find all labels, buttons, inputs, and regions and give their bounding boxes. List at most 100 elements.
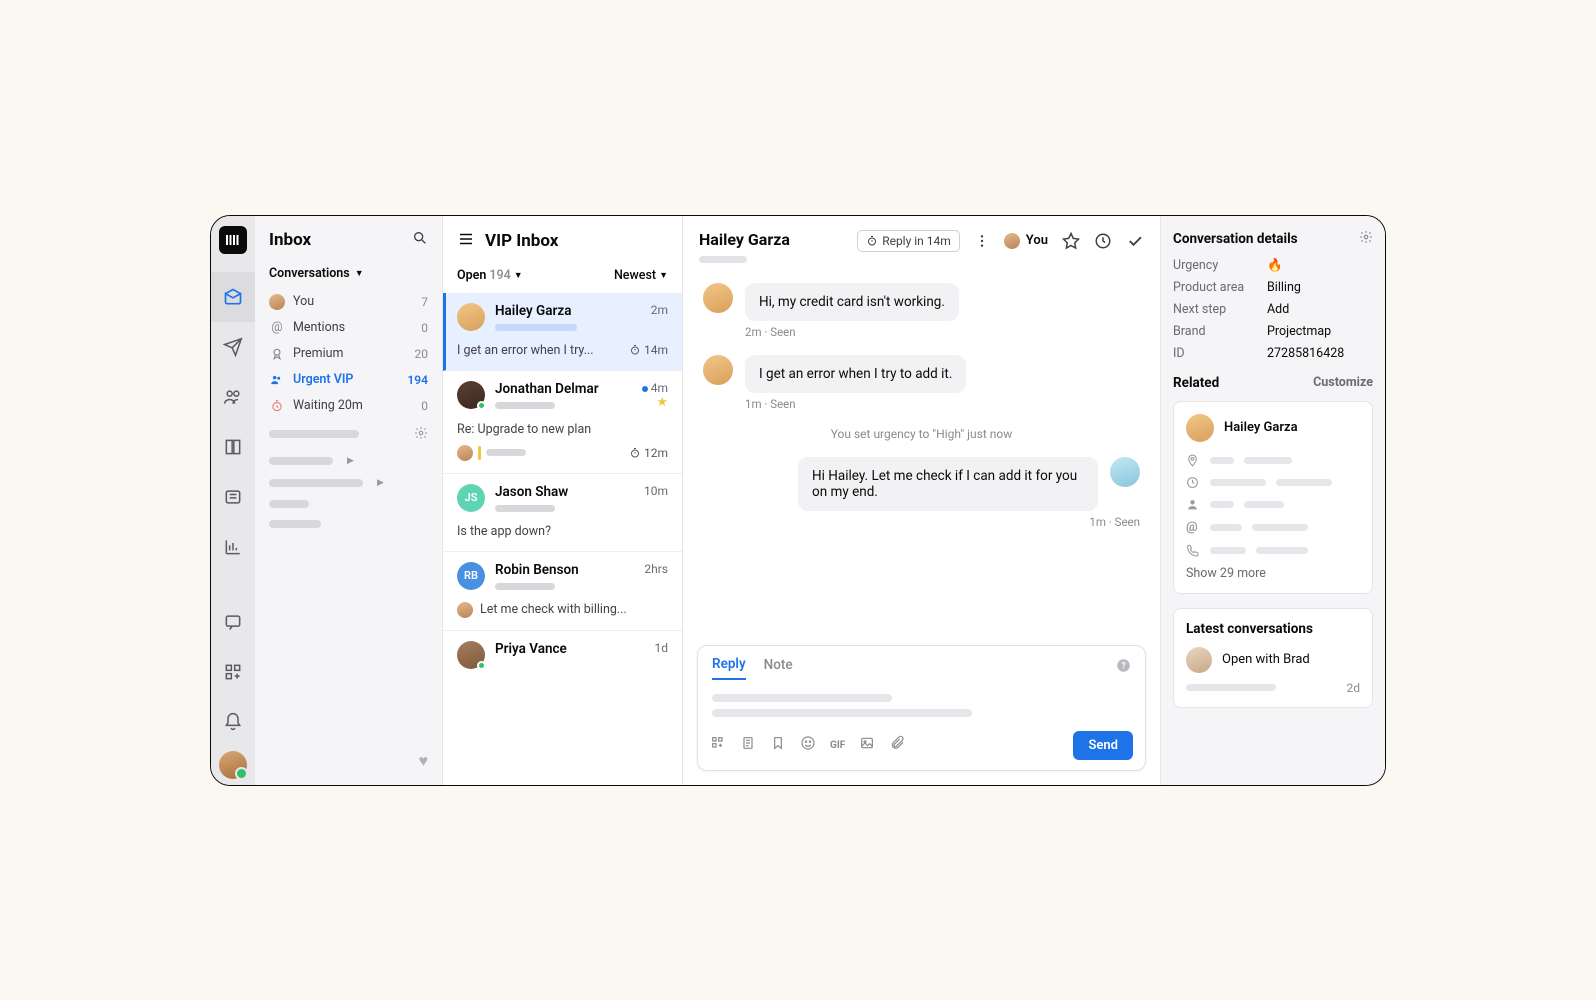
chevron-right-icon: ▶ xyxy=(347,456,354,466)
chevron-down-icon: ▼ xyxy=(659,270,668,281)
nav-reports[interactable] xyxy=(211,522,255,572)
help-button[interactable]: ? xyxy=(1116,658,1131,677)
favorite-icon[interactable]: ♥ xyxy=(255,751,442,775)
nav-notifications[interactable] xyxy=(211,697,255,747)
at-icon: @ xyxy=(269,320,285,336)
sidebar-placeholder[interactable]: ▶ xyxy=(255,472,442,494)
snooze-button[interactable] xyxy=(1094,232,1112,250)
assignee-selector[interactable]: You xyxy=(1004,233,1048,249)
message-meta: 1m · Seen xyxy=(703,515,1140,529)
contact-name: Jason Shaw xyxy=(495,484,634,500)
timestamp: 10m xyxy=(644,484,668,498)
clock-icon xyxy=(1094,232,1112,250)
insert-macro-button[interactable] xyxy=(710,735,726,755)
avatar xyxy=(1186,647,1212,673)
nav-send[interactable] xyxy=(211,322,255,372)
svg-text:?: ? xyxy=(1121,662,1126,672)
conversations-dropdown[interactable]: Conversations ▼ xyxy=(255,260,442,289)
more-button[interactable] xyxy=(974,233,990,249)
subject-placeholder xyxy=(495,505,555,512)
nav-inbox[interactable] xyxy=(211,272,255,322)
contact-field xyxy=(1186,454,1360,467)
gear-icon[interactable] xyxy=(414,425,428,444)
show-more-link[interactable]: Show 29 more xyxy=(1186,566,1360,581)
latest-item[interactable]: Open with Brad xyxy=(1186,647,1360,673)
sidebar-item-urgent-vip[interactable]: Urgent VIP 194 xyxy=(255,367,442,393)
conversation-item[interactable]: RB Robin Benson 2hrs Let me check with b… xyxy=(443,552,682,631)
conversation-item[interactable]: Jonathan Delmar 4m★ Re: Upgrade to new p… xyxy=(443,371,682,474)
detail-row[interactable]: Product areaBilling xyxy=(1173,280,1373,295)
latest-conversations-card: Latest conversations Open with Brad 2d xyxy=(1173,608,1373,708)
status-label: Open xyxy=(457,268,486,283)
placeholder xyxy=(486,449,526,456)
count-badge: 194 xyxy=(407,373,428,387)
insert-article-button[interactable] xyxy=(740,735,756,755)
related-contact-name[interactable]: Hailey Garza xyxy=(1224,420,1298,435)
message-row: Hi, my credit card isn't working. xyxy=(703,283,1140,321)
message-meta: 1m · Seen xyxy=(745,397,1140,411)
chart-icon xyxy=(223,537,243,557)
nav-apps[interactable] xyxy=(211,647,255,697)
note-tab[interactable]: Note xyxy=(764,657,793,679)
gif-button[interactable]: GIF xyxy=(830,740,845,751)
sort-dropdown[interactable]: Newest ▼ xyxy=(614,268,668,283)
phone-icon xyxy=(1186,544,1200,557)
nav-messages[interactable] xyxy=(211,597,255,647)
chevron-down-icon: ▼ xyxy=(514,270,523,281)
avatar xyxy=(457,641,485,669)
conversation-item[interactable]: Hailey Garza 2m I get an error when I tr… xyxy=(443,293,682,371)
sidebar-item-premium[interactable]: Premium 20 xyxy=(255,341,442,367)
contact-field: @ xyxy=(1186,520,1360,535)
stopwatch-icon xyxy=(629,344,641,356)
bookmark-button[interactable] xyxy=(770,735,786,755)
sidebar-placeholder[interactable]: ▶ xyxy=(255,450,442,472)
reply-tab[interactable]: Reply xyxy=(712,656,746,680)
detail-value: Add xyxy=(1267,302,1289,317)
conversation-thread: Hailey Garza Reply in 14m You Hi, my cre… xyxy=(683,216,1161,785)
nav-contacts[interactable] xyxy=(211,372,255,422)
emoji-button[interactable] xyxy=(800,735,816,755)
attachment-button[interactable] xyxy=(889,735,905,755)
sidebar-item-mentions[interactable]: @ Mentions 0 xyxy=(255,315,442,341)
avatar xyxy=(703,355,733,385)
nav-articles[interactable] xyxy=(211,422,255,472)
composer-input[interactable] xyxy=(698,680,1145,723)
send-button[interactable]: Send xyxy=(1073,731,1133,760)
conversation-item[interactable]: Priya Vance 1d xyxy=(443,631,682,681)
detail-row[interactable]: Next stepAdd xyxy=(1173,302,1373,317)
avatar xyxy=(1110,457,1140,487)
detail-row[interactable]: ID27285816428 xyxy=(1173,346,1373,361)
sidebar-item-label: Mentions xyxy=(293,320,345,335)
grid-plus-icon xyxy=(223,662,243,682)
nav-news[interactable] xyxy=(211,472,255,522)
app-logo[interactable] xyxy=(219,226,247,254)
my-avatar[interactable] xyxy=(219,751,247,779)
star-button[interactable] xyxy=(1062,232,1080,250)
detail-key: Brand xyxy=(1173,324,1257,339)
status-count: 194 xyxy=(489,268,510,283)
sidebar-item-label: Waiting 20m xyxy=(293,398,363,413)
stopwatch-icon xyxy=(866,235,878,247)
detail-key: ID xyxy=(1173,346,1257,361)
detail-row[interactable]: BrandProjectmap xyxy=(1173,324,1373,339)
sla-pill[interactable]: Reply in 14m xyxy=(857,230,960,252)
conversation-item[interactable]: JS Jason Shaw 10m Is the app down? xyxy=(443,474,682,552)
search-icon xyxy=(412,230,428,246)
sidebar-item-waiting[interactable]: Waiting 20m 0 xyxy=(255,393,442,419)
contact-field xyxy=(1186,498,1360,511)
close-conversation-button[interactable] xyxy=(1126,232,1144,250)
menu-button[interactable] xyxy=(457,230,475,252)
settings-button[interactable] xyxy=(1359,230,1373,248)
image-button[interactable] xyxy=(859,735,875,755)
star-icon xyxy=(1062,232,1080,250)
status-filter[interactable]: Open 194 ▼ xyxy=(457,268,523,283)
customize-link[interactable]: Customize xyxy=(1313,375,1373,390)
sidebar-item-you[interactable]: You 7 xyxy=(255,289,442,315)
user-icon xyxy=(1186,498,1200,511)
related-title: Related xyxy=(1173,375,1219,391)
check-icon xyxy=(1126,232,1144,250)
details-title: Conversation details xyxy=(1173,231,1298,247)
detail-row[interactable]: Urgency🔥 xyxy=(1173,258,1373,273)
search-button[interactable] xyxy=(412,230,428,250)
timestamp: 2d xyxy=(1346,681,1360,695)
